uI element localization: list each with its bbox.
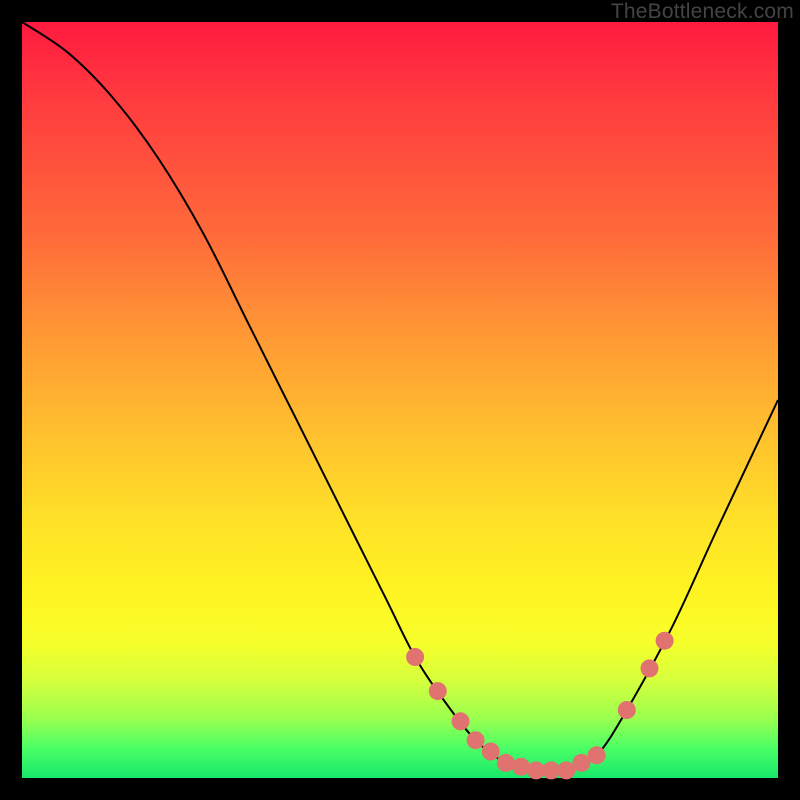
curve-dot xyxy=(452,712,470,730)
bottleneck-curve xyxy=(22,22,778,772)
watermark-label: TheBottleneck.com xyxy=(611,0,794,24)
curve-dot xyxy=(588,746,606,764)
plot-area xyxy=(22,22,778,778)
curve-highlight-dots xyxy=(406,632,673,780)
curve-dot xyxy=(512,758,530,776)
curve-dot xyxy=(618,701,636,719)
curve-dot xyxy=(641,659,659,677)
curve-dot xyxy=(429,682,447,700)
curve-dot xyxy=(482,743,500,761)
curve-dot xyxy=(497,754,515,772)
chart-frame: TheBottleneck.com xyxy=(0,0,800,800)
curve-dot xyxy=(467,731,485,749)
bottleneck-curve-svg xyxy=(22,22,778,778)
curve-dot xyxy=(656,632,674,650)
curve-dot xyxy=(406,648,424,666)
